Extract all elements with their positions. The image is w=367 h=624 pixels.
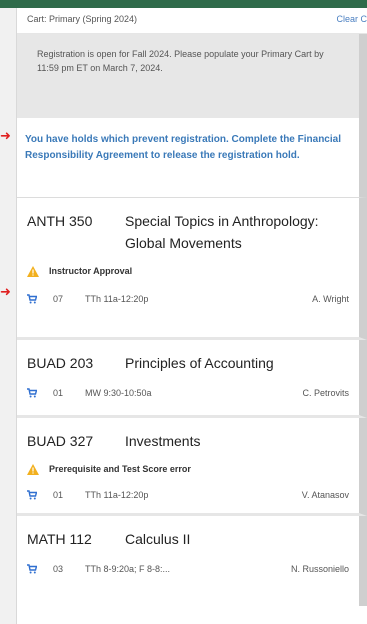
course-item[interactable]: ANTH 350 Special Topics in Anthropology:…: [17, 198, 367, 340]
section-number: 01: [53, 490, 64, 500]
requirement-label: Instructor Approval: [49, 266, 133, 276]
section-instructor: V. Atanasov: [301, 490, 349, 500]
section-row[interactable]: 01 MW 9:30-10:50a C. Petrovits: [17, 388, 359, 398]
course-item[interactable]: MATH 112 Calculus II 03 TTh 8-9:20a; F 8…: [17, 516, 367, 606]
requirement-warning: Instructor Approval: [17, 264, 359, 278]
cart-icon[interactable]: [27, 490, 37, 500]
cart-icon[interactable]: [27, 564, 37, 574]
section-instructor: A. Wright: [312, 294, 349, 304]
cart-icon[interactable]: [27, 294, 37, 304]
section-instructor: N. Russoniello: [290, 564, 349, 574]
course-item[interactable]: BUAD 203 Principles of Accounting 01 MW …: [17, 340, 367, 418]
course-item[interactable]: BUAD 327 Investments Prerequisite and Te…: [17, 418, 367, 516]
holds-message[interactable]: You have holds which prevent registratio…: [17, 118, 367, 198]
course-code: BUAD 203: [27, 355, 94, 371]
section-number: 01: [53, 388, 64, 398]
section-number: 07: [53, 294, 64, 304]
cart-panel: Cart: Primary (Spring 2024) Clear C Regi…: [16, 8, 367, 624]
requirement-warning: Prerequisite and Test Score error: [17, 462, 359, 476]
section-row[interactable]: 07 TTh 11a-12:20p A. Wright: [17, 294, 359, 304]
course-name: Principles of Accounting: [125, 355, 274, 371]
cart-icon[interactable]: [27, 388, 37, 398]
section-instructor: C. Petrovits: [302, 388, 349, 398]
warning-triangle-icon: [27, 265, 39, 277]
course-name: Special Topics in Anthropology: Global M…: [125, 213, 319, 251]
cart-header: Cart: Primary (Spring 2024) Clear C: [17, 8, 367, 34]
course-title: MATH 112 Calculus II: [17, 516, 359, 550]
section-time: TTh 11a-12:20p: [85, 490, 149, 500]
section-number: 03: [53, 564, 64, 574]
warning-triangle-icon: [27, 463, 39, 475]
course-code: BUAD 327: [27, 433, 94, 449]
course-code: ANTH 350: [27, 213, 93, 229]
course-name: Calculus II: [125, 531, 191, 547]
section-row[interactable]: 03 TTh 8-9:20a; F 8-8:... N. Russoniello: [17, 564, 359, 574]
course-title: BUAD 327 Investments: [17, 418, 359, 452]
red-arrow-icon: ➜: [0, 128, 11, 143]
course-code: MATH 112: [27, 531, 92, 547]
section-time: TTh 8-9:20a; F 8-8:...: [85, 564, 171, 574]
registration-notice: Registration is open for Fall 2024. Plea…: [17, 34, 367, 118]
clear-cart-link[interactable]: Clear C: [336, 14, 367, 24]
cart-title: Cart: Primary (Spring 2024): [27, 14, 138, 24]
course-title: ANTH 350 Special Topics in Anthropology:…: [17, 198, 359, 254]
top-bar: [0, 0, 367, 8]
section-time: TTh 11a-12:20p: [85, 294, 149, 304]
course-title: BUAD 203 Principles of Accounting: [17, 340, 359, 374]
section-row[interactable]: 01 TTh 11a-12:20p V. Atanasov: [17, 490, 359, 500]
requirement-label: Prerequisite and Test Score error: [49, 464, 191, 474]
section-time: MW 9:30-10:50a: [85, 388, 152, 398]
course-name: Investments: [125, 433, 201, 449]
red-arrow-icon: ➜: [0, 284, 11, 299]
